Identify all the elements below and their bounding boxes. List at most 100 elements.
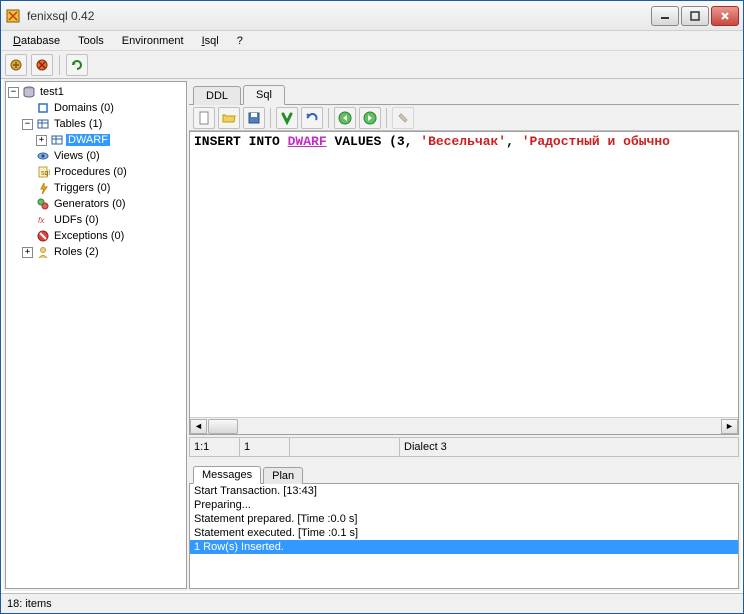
- sql-text: ,: [506, 134, 522, 149]
- tab-plan[interactable]: Plan: [263, 467, 303, 484]
- new-button[interactable]: [193, 107, 215, 129]
- expand-icon[interactable]: +: [22, 247, 33, 258]
- tree-procedures[interactable]: sql Procedures (0): [8, 164, 184, 180]
- role-icon: [36, 245, 50, 259]
- domain-icon: [36, 101, 50, 115]
- app-window: fenixsql 0.42 Databasedocument.currentSc…: [0, 0, 744, 614]
- svg-text:sql: sql: [41, 170, 50, 177]
- main-toolbar: [1, 51, 743, 79]
- tab-ddl[interactable]: DDL: [193, 86, 241, 105]
- sql-identifier: DWARF: [288, 134, 327, 149]
- tree-root[interactable]: − test1: [8, 84, 184, 100]
- tree-triggers[interactable]: Triggers (0): [8, 180, 184, 196]
- result-tabs: Messages Plan: [189, 461, 739, 483]
- tree-tables-label: Tables (1): [52, 118, 104, 130]
- window-title: fenixsql 0.42: [27, 9, 651, 23]
- tree-dwarf[interactable]: + DWARF: [8, 132, 184, 148]
- message-line: Statement executed. [Time :0.1 s]: [190, 526, 738, 540]
- clear-button[interactable]: [392, 107, 414, 129]
- sql-editor-container: INSERT INTO DWARF VALUES (3, 'Весельчак'…: [189, 131, 739, 435]
- maximize-button[interactable]: [681, 6, 709, 26]
- menu-isql[interactable]: Isql: [194, 33, 227, 49]
- svg-text:fx: fx: [38, 216, 45, 225]
- toolbar-separator: [59, 55, 60, 75]
- main-area: − test1 Domains (0) − Tables (1): [1, 79, 743, 593]
- titlebar: fenixsql 0.42: [1, 1, 743, 31]
- message-line-selected: 1 Row(s) Inserted.: [190, 540, 738, 554]
- tree-triggers-label: Triggers (0): [52, 182, 112, 194]
- tree-tables[interactable]: − Tables (1): [8, 116, 184, 132]
- sql-editor[interactable]: INSERT INTO DWARF VALUES (3, 'Весельчак'…: [190, 132, 738, 417]
- app-statusbar: 18: items: [1, 593, 743, 613]
- app-icon: [5, 8, 21, 24]
- status-empty: [290, 438, 400, 456]
- tree-domains-label: Domains (0): [52, 102, 116, 114]
- tree-exceptions-label: Exceptions (0): [52, 230, 126, 242]
- sql-keyword: INSERT INTO: [194, 134, 288, 149]
- window-controls: [651, 6, 739, 26]
- tree-views[interactable]: Views (0): [8, 148, 184, 164]
- table-icon: [50, 133, 64, 147]
- messages-panel[interactable]: Start Transaction. [13:43] Preparing... …: [189, 483, 739, 589]
- sql-toolbar: [189, 105, 739, 131]
- horizontal-scrollbar[interactable]: ◄ ►: [190, 417, 738, 434]
- save-button[interactable]: [243, 107, 265, 129]
- execute-button[interactable]: [276, 107, 298, 129]
- close-button[interactable]: [711, 6, 739, 26]
- exception-icon: [36, 229, 50, 243]
- sql-string: 'Радостный и обычно: [522, 134, 670, 149]
- scroll-thumb[interactable]: [208, 419, 238, 434]
- connect-button[interactable]: [5, 54, 27, 76]
- tree-root-label: test1: [38, 86, 66, 98]
- next-button[interactable]: [359, 107, 381, 129]
- menubar: Databasedocument.currentScript.previousE…: [1, 31, 743, 51]
- tree-roles-label: Roles (2): [52, 246, 101, 258]
- right-panel: DDL Sql INSERT INTO DWARF VALUES (3, 'Ве…: [189, 81, 739, 589]
- tree-generators[interactable]: Generators (0): [8, 196, 184, 212]
- menu-environment[interactable]: Environment: [114, 33, 192, 49]
- collapse-icon[interactable]: −: [8, 87, 19, 98]
- editor-statusbar: 1:1 1 Dialect 3: [189, 437, 739, 457]
- tab-sql[interactable]: Sql: [243, 85, 285, 105]
- undo-button[interactable]: [301, 107, 323, 129]
- collapse-icon[interactable]: −: [22, 119, 33, 130]
- open-button[interactable]: [218, 107, 240, 129]
- menu-help[interactable]: ?: [229, 33, 251, 49]
- tree-dwarf-label: DWARF: [66, 134, 110, 146]
- refresh-button[interactable]: [66, 54, 88, 76]
- menu-tools[interactable]: Tools: [70, 33, 112, 49]
- tree-procedures-label: Procedures (0): [52, 166, 129, 178]
- disconnect-button[interactable]: [31, 54, 53, 76]
- minimize-button[interactable]: [651, 6, 679, 26]
- toolbar-separator: [386, 108, 387, 128]
- scroll-left-icon[interactable]: ◄: [190, 419, 207, 434]
- status-text: 18: items: [7, 598, 52, 610]
- cursor-position: 1:1: [190, 438, 240, 456]
- menu-database[interactable]: Databasedocument.currentScript.previousE…: [5, 33, 68, 49]
- sql-string: 'Весельчак': [420, 134, 506, 149]
- dialect-label: Dialect 3: [400, 438, 738, 456]
- table-icon: [36, 117, 50, 131]
- expand-icon[interactable]: +: [36, 135, 47, 146]
- tree-roles[interactable]: + Roles (2): [8, 244, 184, 260]
- udf-icon: fx: [36, 213, 50, 227]
- procedure-icon: sql: [36, 165, 50, 179]
- tree-panel[interactable]: − test1 Domains (0) − Tables (1): [5, 81, 187, 589]
- toolbar-separator: [270, 108, 271, 128]
- tree-exceptions[interactable]: Exceptions (0): [8, 228, 184, 244]
- scroll-right-icon[interactable]: ►: [721, 419, 738, 434]
- toolbar-separator: [328, 108, 329, 128]
- database-icon: [22, 85, 36, 99]
- sql-keyword: VALUES: [327, 134, 389, 149]
- tree-udfs[interactable]: fx UDFs (0): [8, 212, 184, 228]
- message-line: Statement prepared. [Time :0.0 s]: [190, 512, 738, 526]
- message-line: Start Transaction. [13:43]: [190, 484, 738, 498]
- tree-udfs-label: UDFs (0): [52, 214, 101, 226]
- cursor-col: 1: [240, 438, 290, 456]
- view-icon: [36, 149, 50, 163]
- tree-domains[interactable]: Domains (0): [8, 100, 184, 116]
- tree-views-label: Views (0): [52, 150, 102, 162]
- prev-button[interactable]: [334, 107, 356, 129]
- tab-messages[interactable]: Messages: [193, 466, 261, 484]
- editor-tabs: DDL Sql: [189, 81, 739, 105]
